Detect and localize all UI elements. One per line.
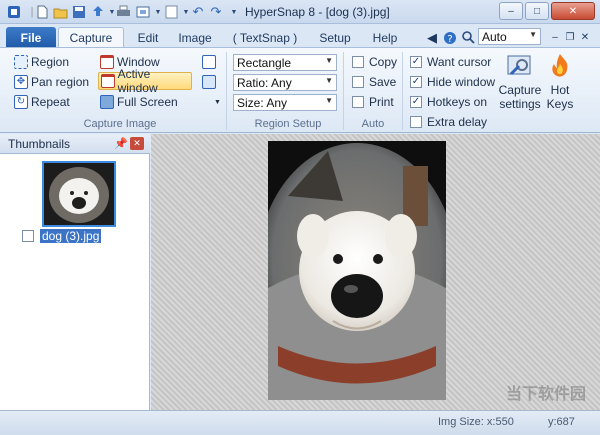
tab-file[interactable]: File bbox=[6, 27, 56, 48]
pin-icon[interactable]: 📌 bbox=[114, 137, 128, 150]
tab-capture[interactable]: Capture bbox=[58, 27, 124, 48]
full-screen-icon bbox=[100, 95, 114, 109]
group-separator bbox=[402, 52, 403, 130]
size-select[interactable]: Size: Any ▼ bbox=[233, 94, 337, 111]
ratio-select[interactable]: Ratio: Any ▼ bbox=[233, 74, 337, 91]
help-icon[interactable]: ? bbox=[442, 27, 458, 48]
auto-print-checkbox[interactable]: Print bbox=[352, 93, 394, 111]
full-screen-button[interactable]: Full Screen bbox=[100, 93, 178, 111]
ribbon: Region ✥ Pan region ↻ Repeat Window Acti… bbox=[0, 47, 600, 133]
app-icon[interactable] bbox=[6, 4, 22, 20]
hide-window-checkbox[interactable]: ✓ Hide window bbox=[410, 73, 495, 91]
open-folder-icon[interactable] bbox=[52, 4, 68, 20]
save-icon[interactable] bbox=[71, 4, 87, 20]
tab-setup[interactable]: Setup bbox=[312, 27, 358, 48]
status-bar: Img Size: x:550 y:687 bbox=[0, 410, 600, 435]
scroll-capture-icon bbox=[202, 55, 216, 69]
ribbon-tabs: File Capture Edit Image ( TextSnap ) Set… bbox=[0, 24, 600, 48]
sidebar-toggle-icon[interactable]: ◀ bbox=[424, 27, 440, 48]
tab-image[interactable]: Image bbox=[172, 27, 218, 48]
watermark-text: 当下软件园 bbox=[505, 386, 586, 403]
group-separator bbox=[343, 52, 344, 130]
capture-object-button[interactable] bbox=[202, 73, 219, 91]
tab-edit[interactable]: Edit bbox=[128, 27, 168, 48]
capture-scroll-button[interactable] bbox=[202, 53, 219, 71]
minimize-doc-icon[interactable]: – bbox=[548, 27, 562, 48]
auto-group-label: Auto bbox=[361, 118, 385, 130]
window-icon bbox=[100, 55, 114, 69]
svg-text:?: ? bbox=[447, 34, 452, 45]
region-setup-group-label: Region Setup bbox=[254, 118, 322, 130]
capture-region-icon[interactable] bbox=[135, 4, 151, 20]
repeat-button[interactable]: ↻ Repeat bbox=[14, 93, 70, 111]
thumbnail-checkbox[interactable] bbox=[22, 230, 34, 242]
window-title: HyperSnap 8 - [dog (3).jpg] bbox=[245, 5, 390, 19]
more-capture-chevron-icon[interactable]: ▼ bbox=[214, 93, 221, 111]
auto-copy-checkbox[interactable]: Copy bbox=[352, 53, 397, 71]
chevron-down-icon: ▼ bbox=[325, 76, 333, 85]
tab-help[interactable]: Help bbox=[364, 27, 406, 48]
auto-save-checkbox[interactable]: Save bbox=[352, 73, 396, 91]
image-height-readout: y:687 bbox=[548, 416, 575, 428]
checkbox bbox=[352, 96, 364, 108]
hotkeys-on-checkbox[interactable]: ✓ Hotkeys on bbox=[410, 93, 487, 111]
tab-textsnap[interactable]: ( TextSnap ) bbox=[228, 27, 302, 48]
maximize-button[interactable]: □ bbox=[525, 2, 549, 20]
chevron-down-icon: ▼ bbox=[325, 96, 333, 105]
pan-icon: ✥ bbox=[14, 75, 28, 89]
chevron-down-icon: ▼ bbox=[325, 56, 333, 65]
checkbox bbox=[410, 116, 422, 128]
region-shape-select[interactable]: Rectangle ▼ bbox=[233, 54, 337, 71]
checkbox bbox=[352, 56, 364, 68]
thumbnails-title: Thumbnails bbox=[8, 136, 71, 151]
undo-icon[interactable]: ↶ bbox=[190, 4, 206, 20]
region-button[interactable]: Region bbox=[14, 53, 69, 71]
minimize-button[interactable]: – bbox=[499, 2, 523, 20]
capture-settings-button[interactable]: Capture settings bbox=[497, 52, 543, 116]
checkbox bbox=[352, 76, 364, 88]
want-cursor-checkbox[interactable]: ✓ Want cursor bbox=[410, 53, 491, 71]
image-size-readout: Img Size: x:550 bbox=[438, 416, 514, 428]
close-button[interactable]: ✕ bbox=[551, 2, 595, 20]
capture-image-group-label: Capture Image bbox=[83, 118, 157, 130]
title-bar: | ▼ ▼ ▼ ↶ ↷ ▼ HyperSnap 8 - [dog (3).jpg… bbox=[0, 0, 600, 24]
restore-doc-icon[interactable]: ❐ bbox=[563, 27, 577, 48]
thumbnail-item[interactable] bbox=[42, 161, 116, 227]
close-doc-icon[interactable]: ✕ bbox=[578, 27, 592, 48]
repeat-icon: ↻ bbox=[14, 95, 28, 109]
page-icon[interactable] bbox=[163, 4, 179, 20]
search-icon[interactable] bbox=[460, 27, 476, 48]
region-icon bbox=[14, 55, 28, 69]
capture-settings-icon bbox=[507, 55, 531, 76]
extra-delay-checkbox[interactable]: Extra delay bbox=[410, 113, 487, 131]
captured-image bbox=[268, 141, 446, 400]
thumbnail-image bbox=[44, 163, 114, 225]
active-window-button[interactable]: Active window bbox=[98, 67, 192, 95]
active-window-icon bbox=[101, 74, 115, 88]
hot-keys-button[interactable]: Hot Keys bbox=[545, 52, 575, 116]
customize-toolbar-icon[interactable]: ▼ bbox=[226, 4, 242, 20]
chevron-down-icon: ▼ bbox=[529, 30, 537, 39]
new-file-icon[interactable] bbox=[34, 4, 50, 20]
group-separator bbox=[226, 52, 227, 130]
hot-keys-icon bbox=[552, 54, 568, 77]
thumbnail-label: dog (3).jpg bbox=[40, 229, 102, 243]
zoom-value: Auto bbox=[482, 29, 507, 44]
object-capture-icon bbox=[202, 75, 216, 89]
close-icon[interactable]: ✕ bbox=[130, 137, 144, 150]
capture-settings-label: Capture settings bbox=[498, 83, 542, 111]
hot-keys-label: Hot Keys bbox=[546, 83, 574, 111]
thumbnails-header: Thumbnails 📌 ✕ bbox=[0, 134, 150, 154]
thumbnails-panel: Thumbnails 📌 ✕ dog (3).jpg bbox=[0, 134, 150, 410]
pan-region-button[interactable]: ✥ Pan region bbox=[14, 73, 89, 91]
check-icon: ✓ bbox=[410, 76, 422, 88]
redo-icon[interactable]: ↷ bbox=[208, 4, 224, 20]
zoom-select[interactable]: Auto ▼ bbox=[478, 28, 541, 45]
check-icon: ✓ bbox=[410, 96, 422, 108]
check-icon: ✓ bbox=[410, 56, 422, 68]
print-icon[interactable] bbox=[115, 4, 131, 20]
